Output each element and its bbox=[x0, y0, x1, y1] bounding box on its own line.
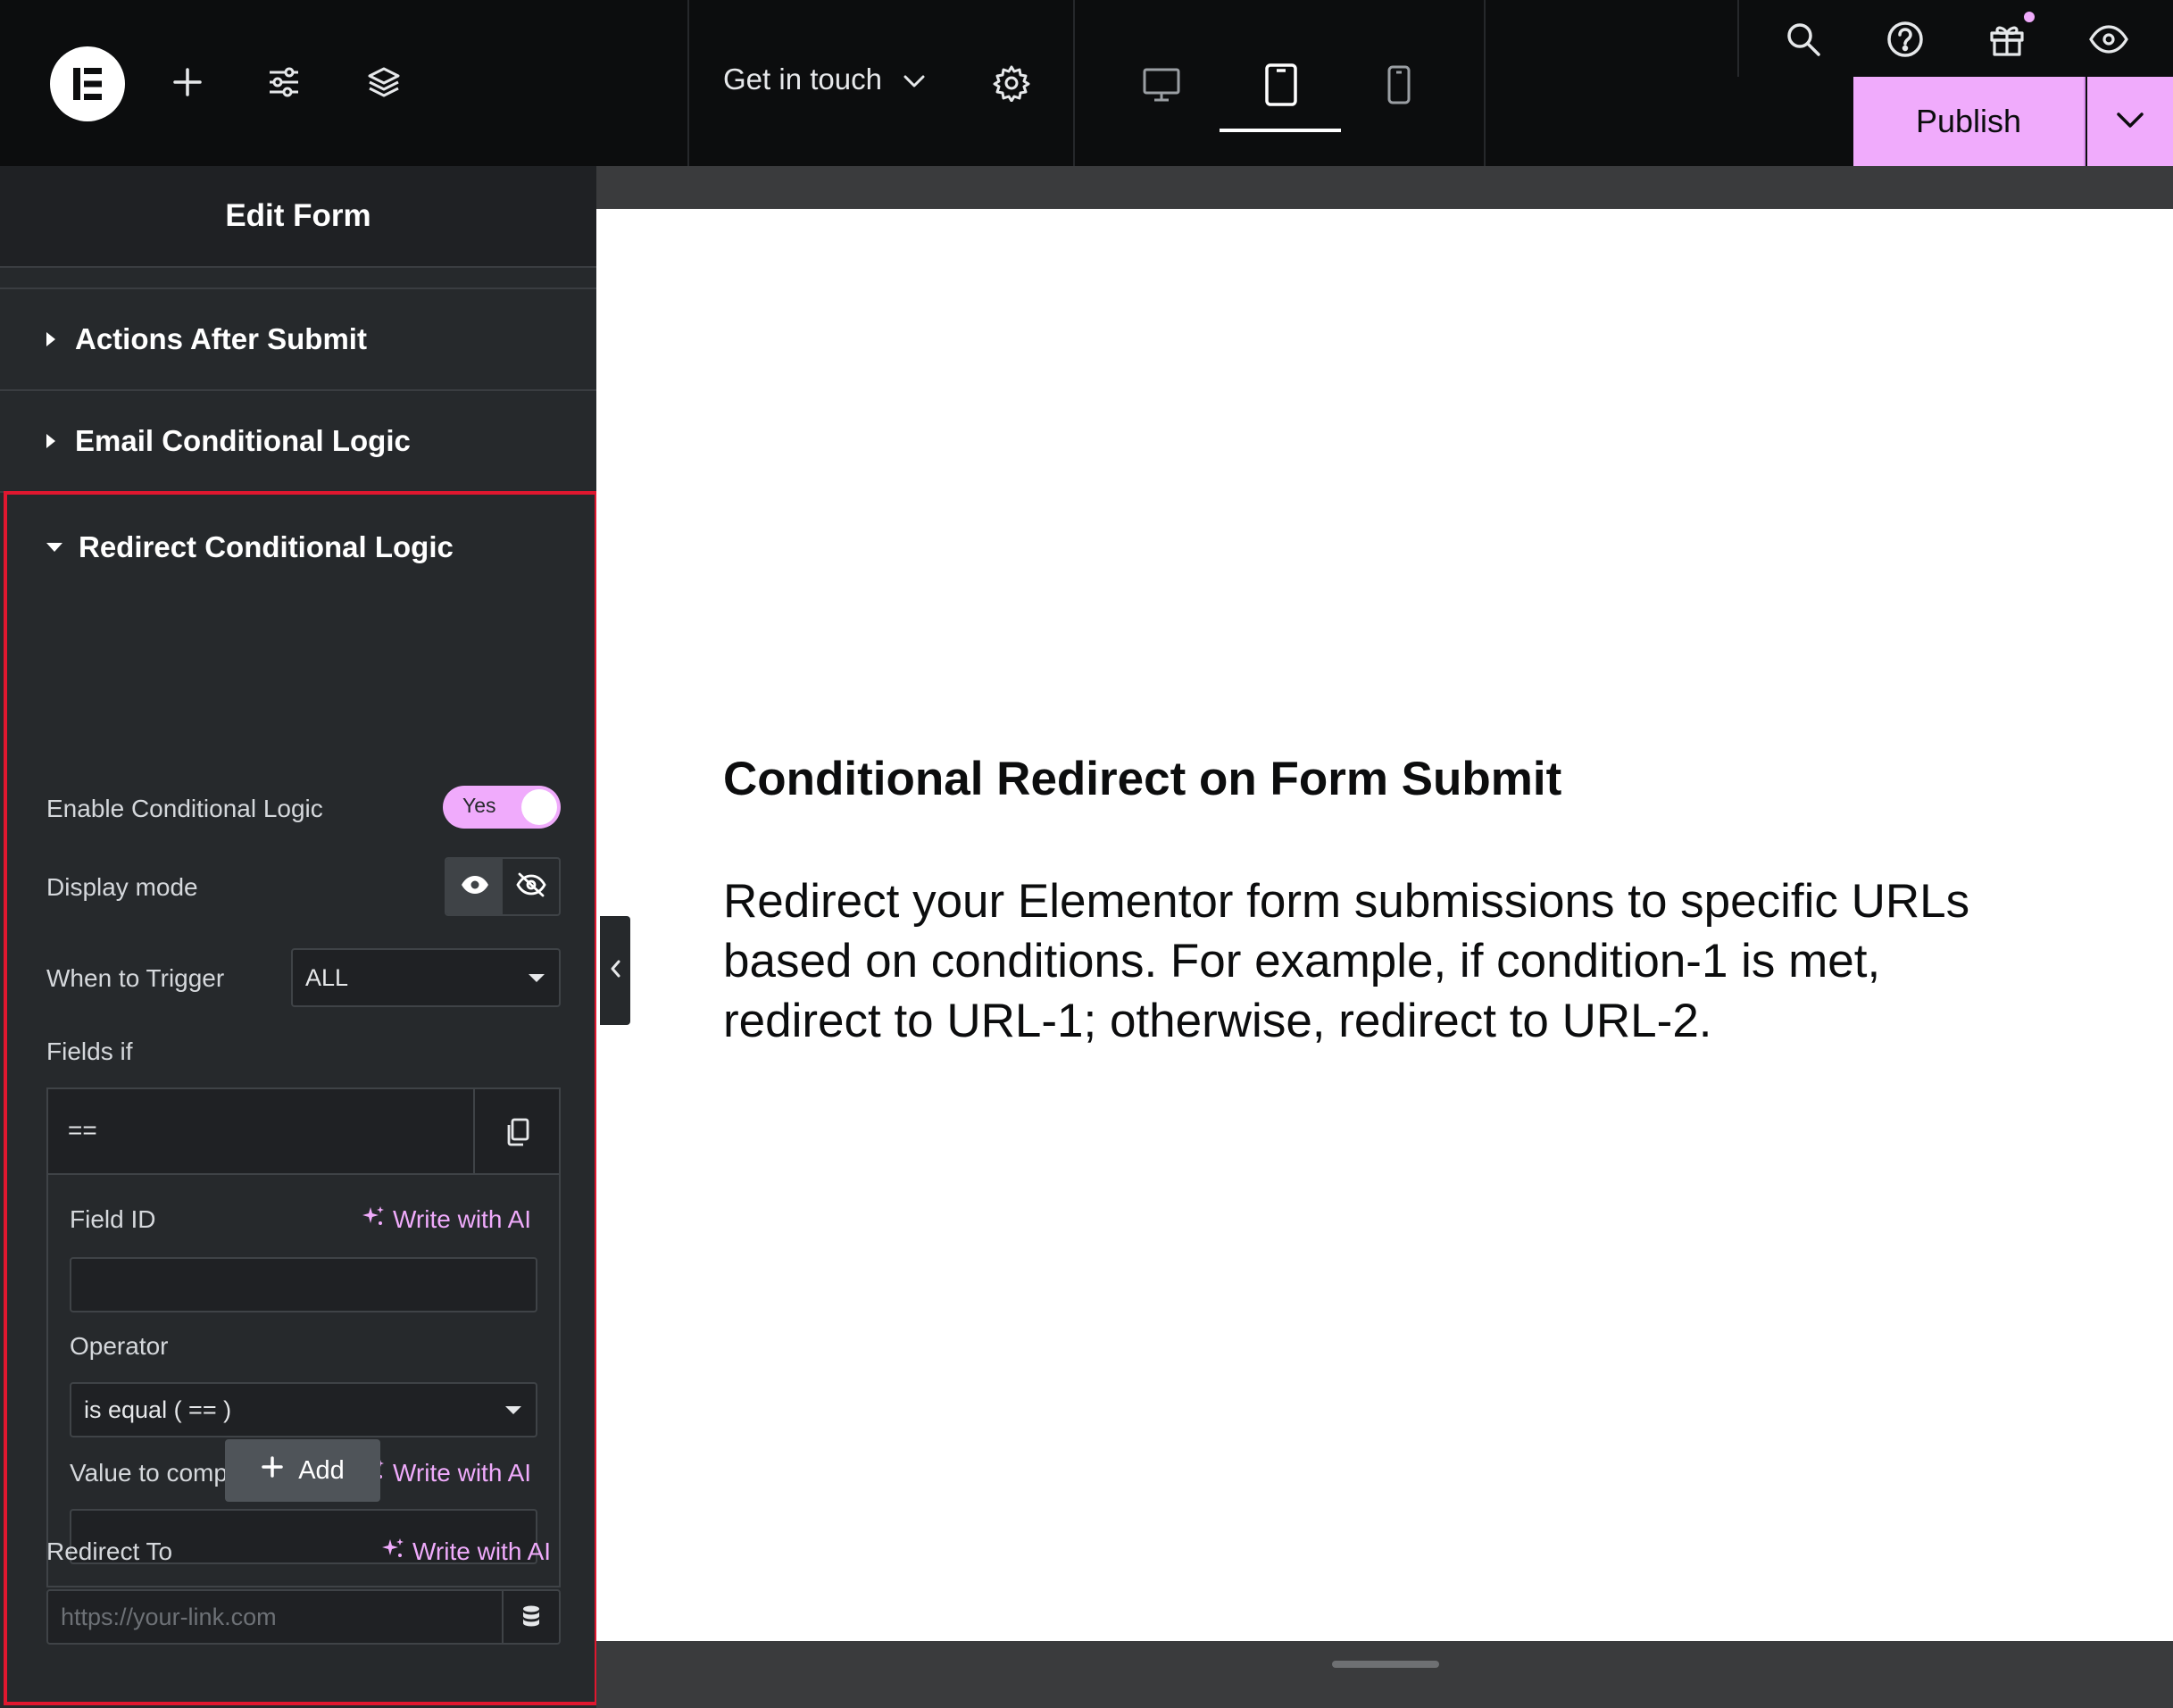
plus-icon bbox=[261, 1455, 284, 1486]
operator-label: Operator bbox=[70, 1332, 169, 1360]
section-label: Redirect Conditional Logic bbox=[79, 530, 454, 563]
enable-conditional-logic-toggle[interactable]: Yes bbox=[443, 786, 561, 829]
redirect-write-with-ai[interactable]: Write with AI bbox=[380, 1536, 551, 1567]
repeater-item-title: == bbox=[68, 1116, 97, 1144]
dropdown-arrow-icon bbox=[529, 974, 545, 982]
chevron-left-icon bbox=[609, 959, 621, 983]
eye-icon bbox=[460, 873, 490, 901]
section-label: Email Conditional Logic bbox=[75, 424, 411, 457]
field-id-label: Field ID bbox=[70, 1205, 156, 1233]
section-divider bbox=[0, 268, 596, 289]
toolbar-divider bbox=[1737, 0, 1739, 77]
redirect-to-label: Redirect To bbox=[46, 1537, 173, 1565]
desktop-icon[interactable] bbox=[1130, 54, 1193, 116]
value-write-with-ai[interactable]: Write with AI bbox=[361, 1457, 531, 1488]
search-icon[interactable] bbox=[1777, 12, 1830, 66]
canvas-bottom-bar bbox=[596, 1641, 2173, 1708]
hide-mode-button[interactable] bbox=[503, 859, 559, 914]
canvas-top-bar bbox=[596, 166, 2173, 209]
select-value: is equal ( == ) bbox=[84, 1396, 232, 1423]
show-mode-button[interactable] bbox=[446, 859, 503, 914]
tablet-icon[interactable] bbox=[1250, 54, 1312, 116]
collapse-panel-button[interactable] bbox=[600, 916, 630, 1025]
eye-off-icon bbox=[515, 871, 547, 903]
write-with-ai-label: Write with AI bbox=[393, 1204, 532, 1233]
plus-icon[interactable] bbox=[161, 54, 214, 111]
publish-options-button[interactable] bbox=[2087, 77, 2173, 166]
repeater-item-header[interactable]: == bbox=[48, 1089, 559, 1175]
caret-right-icon bbox=[46, 434, 55, 448]
chevron-down-icon bbox=[2115, 110, 2145, 134]
sparkle-icon bbox=[361, 1204, 386, 1235]
caret-right-icon bbox=[46, 332, 55, 346]
duplicate-icon[interactable] bbox=[473, 1089, 559, 1175]
notification-dot bbox=[2021, 9, 2037, 25]
field-id-input[interactable] bbox=[70, 1257, 537, 1312]
add-condition-button[interactable]: Add bbox=[225, 1439, 380, 1502]
section-label: Actions After Submit bbox=[75, 322, 367, 355]
panel-title: Edit Form bbox=[0, 166, 596, 268]
toolbar-divider bbox=[1484, 0, 1486, 166]
display-mode-switch bbox=[445, 857, 561, 916]
top-bar: Get in touch Publish bbox=[0, 0, 2173, 166]
sliders-icon[interactable] bbox=[257, 54, 311, 111]
select-value: ALL bbox=[305, 963, 349, 991]
editor-panel: Edit Form Actions After Submit Email Con… bbox=[0, 166, 598, 1708]
fields-if-label: Fields if bbox=[46, 1037, 133, 1065]
when-to-trigger-select[interactable]: ALL bbox=[291, 948, 561, 1007]
add-label: Add bbox=[298, 1455, 345, 1485]
help-icon[interactable] bbox=[1878, 12, 1932, 66]
layers-icon[interactable] bbox=[355, 54, 412, 111]
redirect-conditional-logic-section: Redirect Conditional Logic Enable Condit… bbox=[4, 491, 598, 1705]
chevron-down-icon bbox=[902, 62, 927, 96]
enable-conditional-logic-label: Enable Conditional Logic bbox=[46, 795, 323, 822]
resize-handle[interactable] bbox=[1332, 1661, 1439, 1668]
eye-icon[interactable] bbox=[2082, 12, 2136, 66]
display-mode-label: Display mode bbox=[46, 873, 198, 901]
publish-button[interactable]: Publish bbox=[1853, 77, 2086, 166]
when-to-trigger-label: When to Trigger bbox=[46, 964, 225, 992]
toolbar-divider bbox=[687, 0, 689, 166]
section-redirect-conditional-logic-header[interactable]: Redirect Conditional Logic bbox=[46, 530, 454, 564]
sparkle-icon bbox=[380, 1536, 405, 1567]
write-with-ai-label: Write with AI bbox=[393, 1458, 532, 1487]
operator-select[interactable]: is equal ( == ) bbox=[70, 1382, 537, 1437]
section-email-conditional-logic[interactable]: Email Conditional Logic bbox=[0, 391, 596, 493]
condition-repeater-item: == Field ID Write with AI Operator is eq… bbox=[46, 1087, 561, 1587]
toggle-knob bbox=[521, 789, 557, 825]
gear-icon[interactable] bbox=[982, 54, 1041, 112]
dropdown-arrow-icon bbox=[505, 1406, 521, 1414]
toolbar-divider bbox=[1073, 0, 1075, 166]
elementor-logo-icon[interactable] bbox=[50, 46, 125, 121]
page-selector[interactable]: Get in touch bbox=[723, 62, 927, 96]
mobile-icon[interactable] bbox=[1368, 54, 1430, 116]
caret-down-icon bbox=[46, 543, 62, 552]
active-device-indicator bbox=[1220, 129, 1341, 132]
canvas-heading: Conditional Redirect on Form Submit bbox=[723, 753, 1562, 805]
toggle-state-label: Yes bbox=[462, 794, 496, 817]
canvas-paragraph: Redirect your Elementor form submissions… bbox=[723, 875, 1970, 1047]
redirect-url-input[interactable]: https://your-link.com bbox=[48, 1591, 502, 1643]
page-name-label: Get in touch bbox=[723, 62, 882, 96]
write-with-ai-label: Write with AI bbox=[412, 1537, 552, 1565]
dynamic-tags-icon[interactable] bbox=[502, 1591, 559, 1643]
section-actions-after-submit[interactable]: Actions After Submit bbox=[0, 289, 596, 391]
field-id-write-with-ai[interactable]: Write with AI bbox=[361, 1204, 531, 1235]
redirect-url-input-group: https://your-link.com bbox=[46, 1589, 561, 1645]
